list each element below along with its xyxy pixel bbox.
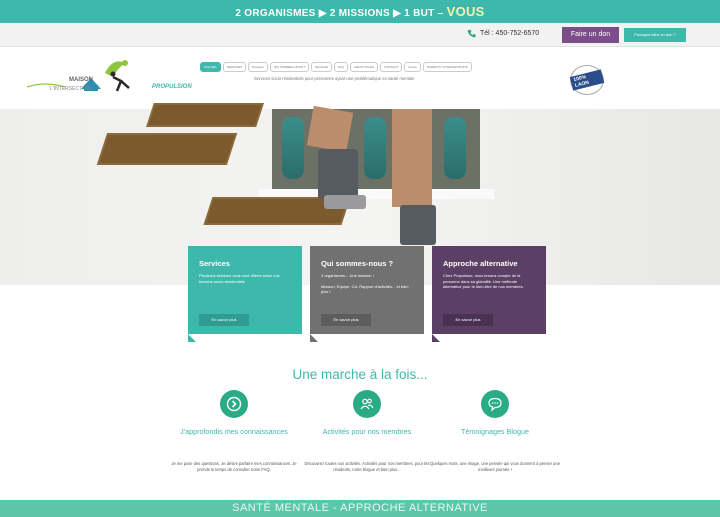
nav-item-qui-sommes-nous[interactable]: QUI SOMMES-NOUS ? xyxy=(269,62,310,72)
hero-jar xyxy=(444,117,466,179)
hero-stair xyxy=(96,133,238,165)
site-header: MAISON L'INTERSECTION PROPULSION ACCUEIL… xyxy=(0,47,720,109)
feature-desc-connaissances: Je me pose des questions. Je désire parf… xyxy=(171,461,297,472)
phone-icon xyxy=(467,29,476,38)
nav-item-parents[interactable]: PARENTS / INTERVENTIONS xyxy=(422,62,472,72)
card-more-button[interactable]: En savoir plus xyxy=(199,314,249,326)
card-qui-sommes-nous[interactable]: Qui sommes-nous ? 2 organismes... Une mi… xyxy=(310,246,424,334)
card-body: Chez Propulsion, nous tenons compte de l… xyxy=(443,273,524,289)
hero-sock xyxy=(318,149,358,199)
why-donate-button[interactable]: Pourquoi faire un don ? xyxy=(624,28,686,42)
card-notch xyxy=(432,334,448,342)
logo-propulsion-text: PROPULSION xyxy=(152,84,192,90)
header-tagline: Services socio-résidentiels pour personn… xyxy=(254,76,415,81)
card-more-button[interactable]: En savoir plus xyxy=(321,314,371,326)
phone-number[interactable]: Tél : 450-752-6570 xyxy=(467,29,539,38)
arrow-right-icon-glyph xyxy=(226,396,242,412)
feature-title-temoignages[interactable]: Témoignages Blogue xyxy=(435,427,555,436)
hero-jar xyxy=(364,117,386,179)
certification-badge: 100% LAON xyxy=(569,65,605,95)
card-body: Mission, Equipe, CA, Rapport d'activités… xyxy=(321,283,409,295)
feature-title-activites[interactable]: Activités pour nos membres xyxy=(307,427,427,436)
nav-item-services[interactable]: SERVICES xyxy=(223,62,247,72)
nav-item-faq[interactable]: FAQ xyxy=(334,62,349,72)
chat-icon-glyph xyxy=(488,397,502,412)
nav-item-accueil[interactable]: ACCUEIL xyxy=(200,62,222,72)
card-title: Qui sommes-nous ? xyxy=(321,259,394,268)
logo-subtitle: L'INTERSECTION xyxy=(50,86,91,92)
hero-stair xyxy=(146,103,264,127)
hero-sock xyxy=(400,205,436,245)
topbar-emphasis: VOUS xyxy=(446,4,485,19)
logo-graphic xyxy=(26,60,130,92)
section-title: Une marche à la fois... xyxy=(292,367,428,382)
feature-title-connaissances[interactable]: J'approfondis mes connaissances xyxy=(174,427,294,436)
hero-leg xyxy=(306,105,354,153)
card-subtitle: 2 organismes... Une mission ! xyxy=(321,273,374,278)
topbar-text: 2 ORGANISMES ▶ 2 MISSIONS ▶ 1 BUT – xyxy=(235,8,447,19)
main-nav: ACCUEIL SERVICES Pression QUI SOMMES-NOU… xyxy=(200,62,472,72)
arrow-right-icon[interactable] xyxy=(220,390,248,418)
nav-item-liens-utiles[interactable]: LIENS UTILES xyxy=(350,62,379,72)
nav-item-blogue[interactable]: BLOGUE xyxy=(311,62,332,72)
site-logo[interactable]: MAISON L'INTERSECTION PROPULSION xyxy=(25,51,192,103)
hero-jar xyxy=(282,117,304,179)
badge-text: 100% LAON xyxy=(569,69,605,91)
card-services[interactable]: Services Plusieurs services vous sont of… xyxy=(188,246,302,334)
page: 2 ORGANISMES ▶ 2 MISSIONS ▶ 1 BUT – VOUS… xyxy=(0,0,720,517)
footer-banner: SANTÉ MENTALE - APPROCHE ALTERNATIVE xyxy=(0,500,720,517)
phone-text: Tél : 450-752-6570 xyxy=(480,30,540,37)
chat-icon[interactable] xyxy=(481,390,509,418)
logo-maison-text: MAISON xyxy=(69,77,93,83)
feature-desc-temoignages: Quelques mots, une image, une pensée qui… xyxy=(430,461,560,472)
people-icon-glyph xyxy=(360,398,374,410)
card-title: Approche alternative xyxy=(443,259,518,268)
nav-item-contact[interactable]: CONTACT xyxy=(380,62,403,72)
card-body: Plusieurs services vous sont offerts sel… xyxy=(199,273,280,284)
hero-shoe xyxy=(324,195,366,209)
card-notch xyxy=(310,334,326,342)
topbar-banner: 2 ORGANISMES ▶ 2 MISSIONS ▶ 1 BUT – VOUS xyxy=(0,0,720,23)
card-notch xyxy=(188,334,204,342)
footer-text: SANTÉ MENTALE - APPROCHE ALTERNATIVE xyxy=(232,502,488,514)
card-approche-alternative[interactable]: Approche alternative Chez Propulsion, no… xyxy=(432,246,546,334)
hero-window xyxy=(272,109,480,191)
hero-leg xyxy=(392,109,432,207)
feature-desc-activites: Découvrez toutes nos activités. Activité… xyxy=(304,461,430,472)
contact-bar: Tél : 450-752-6570 Faire un don Pourquoi… xyxy=(0,23,720,47)
nav-item-pression[interactable]: Pression xyxy=(248,62,268,72)
nav-item-forum[interactable]: Forum xyxy=(404,62,421,72)
donate-button[interactable]: Faire un don xyxy=(562,27,619,43)
people-icon[interactable] xyxy=(353,390,381,418)
card-more-button[interactable]: En savoir plus xyxy=(443,314,493,326)
card-title: Services xyxy=(199,259,230,268)
